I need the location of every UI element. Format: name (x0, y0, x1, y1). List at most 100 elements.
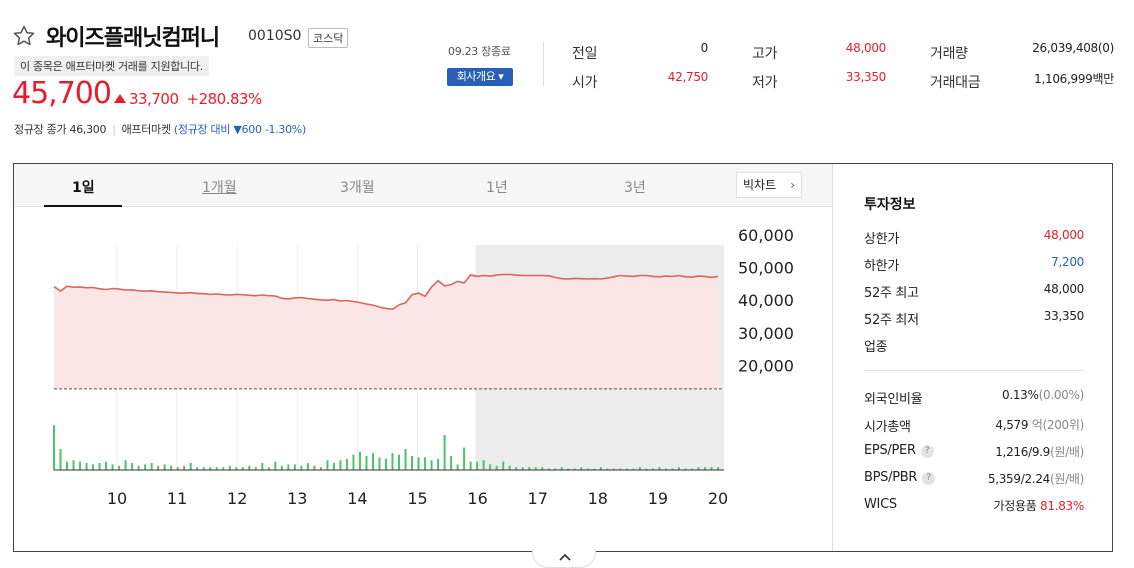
info-value: 48,000 (1043, 228, 1085, 242)
info-label: 52주 최고 (864, 286, 919, 301)
volume-bar (345, 458, 348, 470)
y-tick-label: 40,000 (738, 291, 794, 310)
volume-bar (502, 461, 505, 470)
volume-bar (189, 463, 192, 470)
info-label: 하한가 (864, 259, 899, 274)
chevron-up-icon (559, 553, 571, 561)
volume-bar (98, 463, 101, 470)
amount-value: 1,106,999백만 (1034, 72, 1114, 86)
volume-bar (228, 465, 231, 470)
volume-bar (352, 454, 355, 470)
volume-bar (469, 461, 472, 470)
market-date: 09.23 장종료 (448, 45, 511, 58)
x-tick-label: 11 (167, 489, 187, 508)
info-row-eps: EPS/PER? 1,216/9.9(원/배) (864, 443, 1084, 463)
high-value: 48,000 (845, 41, 887, 55)
invest-title: 투자정보 (864, 197, 916, 213)
volume-bar (150, 463, 153, 470)
x-tick-label: 12 (227, 489, 247, 508)
x-tick-label: 20 (708, 489, 728, 508)
collapse-button[interactable] (532, 549, 596, 568)
mktcap-value: 4,579 (995, 418, 1029, 432)
volume-bar (326, 460, 329, 470)
info-row-lower-limit: 하한가 7,200 (864, 255, 1084, 275)
volume-bar (385, 458, 387, 470)
chart-box: 1일 1개월 3개월 1년 3년 빅차트 › 60,000 50,000 40,000… (13, 163, 1113, 552)
volume-bar (463, 447, 466, 470)
price-chart[interactable]: 60,000 50,000 40,000 30,000 20,000 10 11 12 13 14… (14, 164, 832, 551)
open-label: 시가 (572, 75, 598, 91)
info-value: 4,579 억(200위) (995, 416, 1084, 433)
x-tick-label: 19 (648, 489, 668, 508)
info-label: 52주 최저 (864, 313, 919, 328)
volume-bar (85, 463, 88, 470)
divider: | (112, 123, 116, 136)
volume-bar (365, 456, 368, 470)
foreign-value: 0.13% (1001, 388, 1039, 402)
divider (543, 42, 544, 86)
amount-label: 거래대금 (930, 75, 981, 91)
stock-name: 와이즈플래닛컴퍼니 (46, 26, 220, 51)
volume-bar (59, 449, 62, 470)
volume-bar (53, 425, 55, 470)
volume-bar (339, 460, 342, 470)
foreign-extra: (0.00%) (1038, 388, 1085, 402)
volume-bar (476, 461, 479, 470)
info-label: WICS (864, 497, 897, 512)
volume-bar (72, 460, 75, 470)
x-tick-label: 10 (107, 489, 127, 508)
info-row-bps: BPS/PBR? 5,359/2.24(원/배) (864, 470, 1084, 490)
x-tick-label: 14 (347, 489, 367, 508)
volume-bar (508, 465, 511, 470)
info-value: 1,216/9.9(원/배) (995, 443, 1084, 460)
volume-bar (430, 460, 433, 470)
info-row-foreign: 외국인비율 0.13%(0.00%) (864, 388, 1084, 408)
volume-bar (495, 465, 498, 470)
divider (864, 370, 1084, 371)
x-tick-label: 16 (467, 489, 487, 508)
volume-bar (79, 461, 82, 470)
stock-header: 와이즈플래닛컴퍼니 0010S0 코스닥 이 종목은 애프터마켓 거래를 지원합… (0, 0, 1134, 150)
up-arrow-icon (114, 94, 126, 103)
volume-bar (398, 454, 401, 470)
volume-bar (456, 464, 459, 470)
volume-bar (248, 465, 251, 470)
volume-bar (137, 465, 140, 470)
info-row-mktcap: 시가총액 4,579 억(200위) (864, 416, 1084, 436)
y-tick-label: 20,000 (738, 356, 794, 375)
open-value: 42,750 (667, 70, 709, 84)
volume-bar (183, 465, 186, 470)
volume-bar (293, 464, 296, 470)
volume-bar (118, 465, 121, 470)
change-percent: +280.83% (186, 90, 263, 108)
bps-label: BPS/PBR (864, 470, 918, 485)
volume-bar (131, 463, 134, 470)
volume-bar (144, 464, 147, 470)
volume-bar (287, 464, 290, 470)
info-value: 7,200 (1051, 255, 1084, 269)
regular-close: 정규장 종가 46,300 (14, 123, 107, 136)
star-icon[interactable] (12, 24, 36, 48)
info-value: 0.13%(0.00%) (1002, 388, 1084, 402)
volume-bar (124, 460, 127, 470)
info-value: 가정용품 81.83% (994, 497, 1085, 514)
bps-value: 5,359/2.24 (987, 472, 1050, 486)
info-row-52w-low: 52주 최저 33,350 (864, 309, 1084, 329)
prev-value: 0 (700, 41, 709, 55)
help-icon[interactable]: ? (922, 472, 936, 485)
volume-bar (378, 457, 381, 470)
y-tick-label: 30,000 (738, 324, 794, 343)
x-tick-label: 15 (407, 489, 427, 508)
x-tick-label: 18 (588, 489, 608, 508)
info-label: BPS/PBR? (864, 470, 936, 485)
volume-bar (358, 451, 361, 470)
help-icon[interactable]: ? (920, 445, 934, 458)
volume-bar (411, 456, 414, 470)
info-label: EPS/PER? (864, 443, 934, 458)
y-tick-label: 50,000 (738, 259, 794, 278)
market-badge: 코스닥 (308, 28, 349, 48)
change-amount: 33,700 (129, 90, 179, 108)
volume-bar (450, 456, 453, 470)
volume-bar (437, 458, 440, 470)
company-info-button[interactable]: 회사개요 ▾ (447, 68, 513, 86)
